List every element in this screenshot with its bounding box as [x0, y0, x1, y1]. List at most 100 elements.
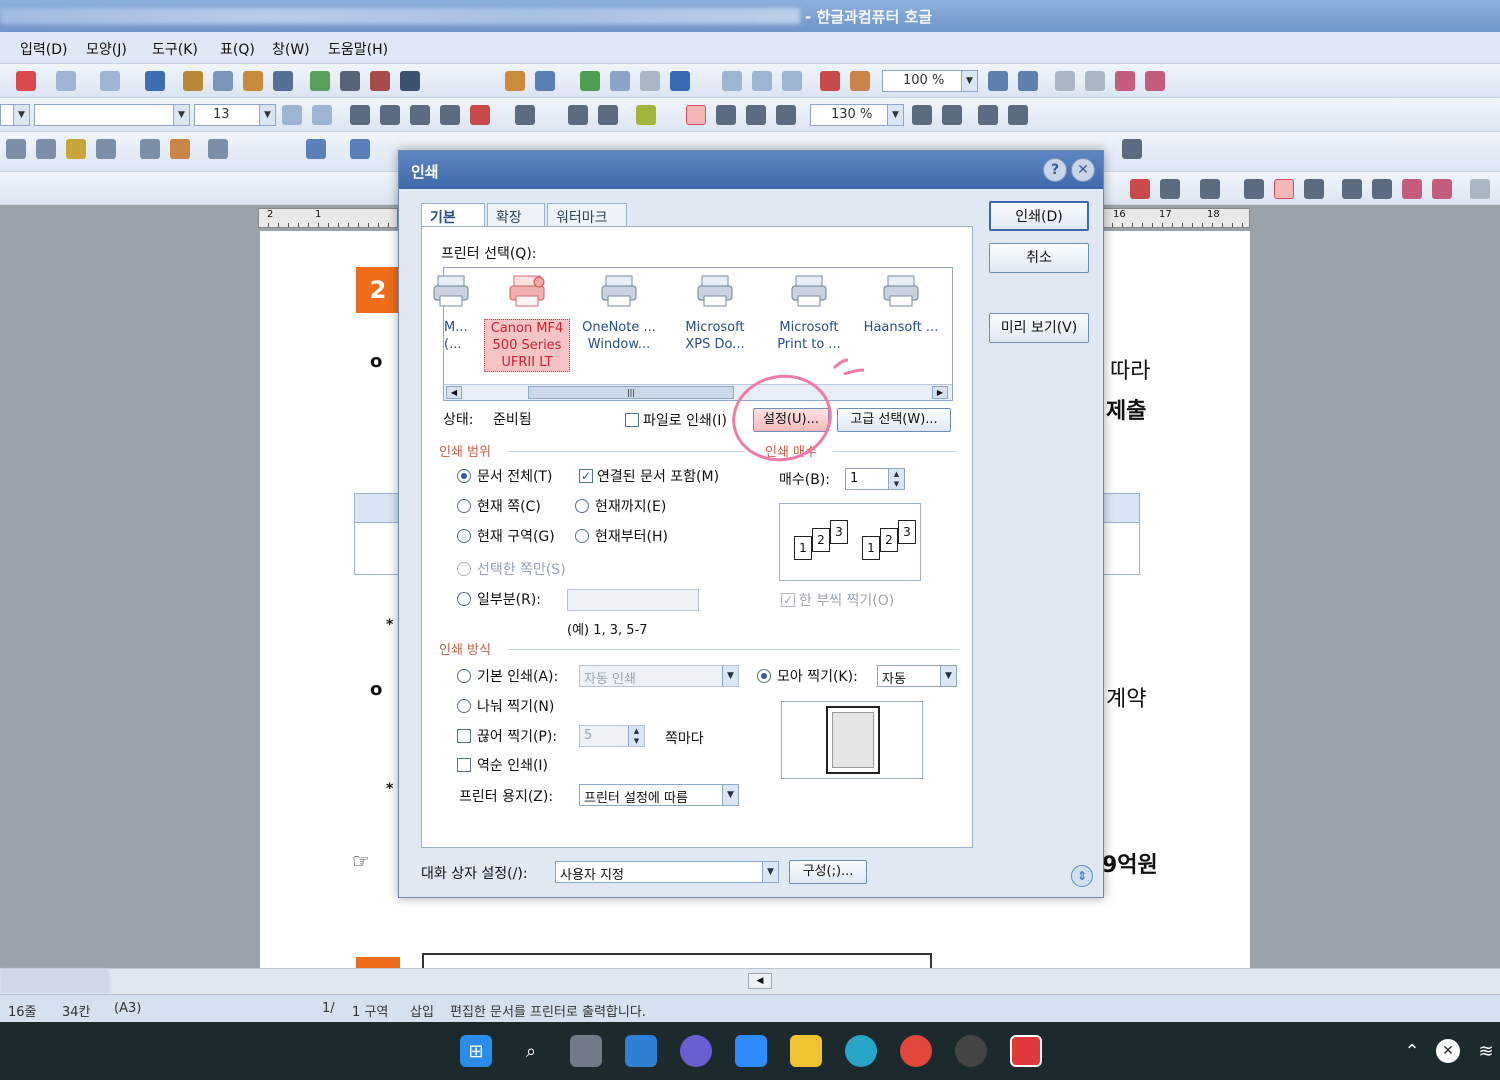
multi-page-icon[interactable] — [1115, 71, 1135, 91]
printer-item[interactable]: M... (... — [408, 274, 494, 353]
layout-view-icon[interactable] — [1200, 179, 1220, 199]
printer-list-scrollbar[interactable]: ◀ ||| ▶ — [444, 384, 952, 400]
scroll-left-arrow[interactable]: ◀ — [748, 973, 772, 989]
outdent-icon[interactable] — [942, 105, 962, 125]
size-down-icon[interactable] — [312, 105, 332, 125]
range-current-page-radio[interactable] — [457, 499, 471, 513]
chevron-up-icon[interactable]: ⌃ — [1400, 1035, 1424, 1067]
file-explorer-icon[interactable] — [790, 1035, 822, 1067]
print-to-file-checkbox[interactable] — [625, 413, 639, 427]
windows-start-icon[interactable]: ⊞ — [460, 1035, 492, 1067]
paste-icon[interactable] — [243, 71, 263, 91]
widgets-icon[interactable] — [625, 1035, 657, 1067]
split-icon[interactable] — [1342, 179, 1362, 199]
sheet-tab[interactable] — [0, 969, 110, 993]
align-icon[interactable] — [340, 71, 360, 91]
formula-icon[interactable] — [640, 71, 660, 91]
printer-item[interactable]: OneNote ... Window... — [576, 274, 662, 353]
zoom-combo[interactable]: 100 % ▼ — [882, 70, 978, 92]
super-icon[interactable] — [568, 105, 588, 125]
fill-icon[interactable] — [306, 139, 326, 159]
bookmark-icon[interactable] — [1402, 179, 1422, 199]
interrupt-print-checkbox[interactable] — [457, 729, 471, 743]
table-icon[interactable] — [535, 71, 555, 91]
line-icon[interactable] — [96, 139, 116, 159]
columns-icon[interactable] — [400, 71, 420, 91]
page-view-icon[interactable] — [1274, 179, 1294, 199]
interrupt-print-spinner[interactable]: 5 ▲ ▼ — [579, 725, 645, 747]
range-all-radio[interactable] — [457, 469, 471, 483]
grid-icon[interactable] — [1122, 139, 1142, 159]
printer-item[interactable]: Microsoft Print to ... — [766, 274, 852, 353]
tab-watermark[interactable]: 워터마크 — [547, 203, 627, 227]
page-icon[interactable] — [752, 71, 772, 91]
chevron-down-icon[interactable]: ▼ — [887, 105, 903, 125]
ruler-left[interactable]: 2 1 — [258, 208, 398, 228]
hyperlink-icon[interactable] — [1432, 179, 1452, 199]
wifi-icon[interactable]: ≋ — [1474, 1035, 1498, 1067]
printer-item[interactable]: Microsoft XPS Do... — [672, 274, 758, 353]
task-view-icon[interactable] — [570, 1035, 602, 1067]
highlight-icon[interactable] — [636, 105, 656, 125]
notification-close-icon[interactable]: ✕ — [1436, 1039, 1460, 1063]
char-shape-icon[interactable] — [515, 105, 535, 125]
pen-icon[interactable] — [66, 139, 86, 159]
undo-icon[interactable] — [56, 71, 76, 91]
chevron-down-icon[interactable]: ▼ — [173, 105, 189, 125]
find-icon[interactable] — [145, 71, 165, 91]
range-current-section-radio[interactable] — [457, 529, 471, 543]
menu-table[interactable]: 표(Q) — [220, 39, 255, 59]
hangul-app-icon[interactable] — [1010, 1035, 1042, 1067]
tab-extended[interactable]: 확장 — [487, 203, 545, 227]
memo-icon[interactable] — [1160, 179, 1180, 199]
range-until-current-radio[interactable] — [575, 499, 589, 513]
print-preview-icon[interactable] — [820, 71, 840, 91]
together-print-select[interactable]: 자동 ▼ — [877, 665, 957, 687]
printer-list[interactable]: M... (... Canon MF4 500 Series UFRII LT … — [433, 267, 953, 401]
chevron-down-icon[interactable]: ▼ — [13, 105, 29, 125]
scroll-left-icon[interactable]: ◀ — [446, 386, 462, 399]
preview-button[interactable]: 미리 보기(V) — [989, 313, 1089, 343]
curve-icon[interactable] — [36, 139, 56, 159]
scroll-thumb[interactable]: ||| — [528, 386, 734, 399]
zoom-app-icon[interactable] — [735, 1035, 767, 1067]
bullets-icon[interactable] — [1008, 105, 1028, 125]
menu-tools[interactable]: 도구(K) — [152, 39, 198, 59]
help-icon[interactable]: ? — [1043, 158, 1067, 182]
shape-icon[interactable] — [6, 139, 26, 159]
spinner-arrows-icon[interactable]: ▲ ▼ — [888, 469, 904, 489]
printer-item[interactable]: Haansoft ... — [858, 274, 944, 336]
bold-icon[interactable] — [350, 105, 370, 125]
close-icon[interactable]: ✕ — [1071, 158, 1095, 182]
cancel-button[interactable]: 취소 — [989, 243, 1089, 273]
picture-icon[interactable] — [505, 71, 525, 91]
redo-icon[interactable] — [100, 71, 120, 91]
bar-chart-icon[interactable] — [580, 71, 600, 91]
line-spacing-combo[interactable]: 130 % ▼ — [810, 104, 904, 126]
size-up-icon[interactable] — [282, 105, 302, 125]
track-icon[interactable] — [1130, 179, 1150, 199]
sub-icon[interactable] — [598, 105, 618, 125]
expand-icon[interactable]: ⇕ — [1071, 865, 1093, 887]
chevron-down-icon[interactable]: ▼ — [940, 666, 956, 686]
align-left-icon[interactable] — [716, 105, 736, 125]
layout-icon[interactable] — [722, 71, 742, 91]
format-painter-icon[interactable] — [273, 71, 293, 91]
partial-range-input[interactable] — [567, 589, 699, 611]
camera-app-icon[interactable] — [955, 1035, 987, 1067]
together-print-radio[interactable] — [757, 669, 771, 683]
justify-icon[interactable] — [686, 105, 706, 125]
menu-window[interactable]: 창(W) — [272, 39, 310, 59]
basic-print-radio[interactable] — [457, 669, 471, 683]
spinner-arrows-icon[interactable]: ▲ ▼ — [628, 726, 644, 746]
advanced-button[interactable]: 고급 선택(W)... — [837, 408, 951, 432]
para-icon[interactable] — [1244, 179, 1264, 199]
chevron-down-icon[interactable]: ▼ — [961, 71, 977, 91]
fit-page-icon[interactable] — [1055, 71, 1075, 91]
textbox-draw-icon[interactable] — [140, 139, 160, 159]
chevron-down-icon[interactable]: ▼ — [722, 666, 738, 686]
edge-icon[interactable] — [845, 1035, 877, 1067]
full-screen-icon[interactable] — [1145, 71, 1165, 91]
paper-select[interactable]: 프린터 설정에 따름 ▼ — [579, 784, 739, 806]
textbox-icon[interactable] — [610, 71, 630, 91]
